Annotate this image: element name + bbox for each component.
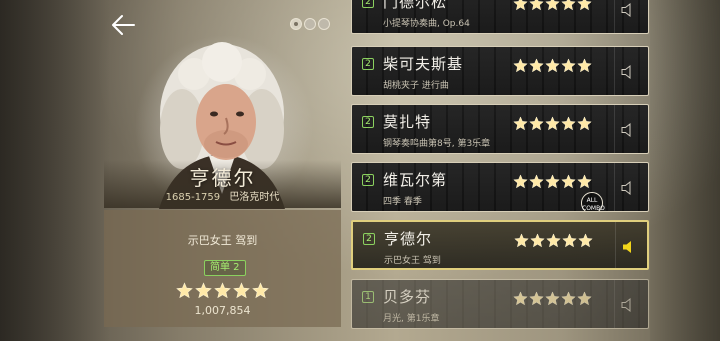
star-icon bbox=[560, 116, 576, 131]
divider bbox=[614, 163, 615, 211]
divider bbox=[615, 222, 616, 268]
divider bbox=[614, 280, 615, 328]
star-icon bbox=[512, 116, 528, 131]
song-stars bbox=[512, 113, 592, 132]
star-icon bbox=[528, 58, 544, 73]
all-combo-badge: ALL COMBO bbox=[581, 192, 605, 211]
star-icon bbox=[544, 58, 560, 73]
difficulty-badge: 简单 2 bbox=[204, 260, 246, 276]
song-info-card: 示巴女王 驾到 简单 2 1,007,854 bbox=[104, 210, 341, 327]
song-composer: 维瓦尔第 bbox=[383, 171, 448, 189]
song-composer: 亨德尔 bbox=[384, 230, 433, 248]
star-icon bbox=[252, 282, 269, 299]
song-title: 示巴女王 驾到 bbox=[384, 256, 441, 266]
speaker-icon[interactable] bbox=[620, 180, 636, 196]
divider bbox=[614, 0, 615, 33]
song-composer: 莫扎特 bbox=[383, 113, 432, 131]
song-list-item[interactable]: 2 门德尔松小提琴协奏曲, Op.64 bbox=[351, 0, 649, 34]
song-title: 四季 春季 bbox=[383, 197, 422, 207]
song-list-item[interactable]: 2 莫扎特钢琴奏鸣曲第8号, 第3乐章 bbox=[351, 104, 649, 154]
star-icon bbox=[528, 291, 544, 306]
divider bbox=[614, 105, 615, 153]
star-icon bbox=[512, 58, 528, 73]
star-icon bbox=[577, 233, 593, 248]
star-icon bbox=[528, 0, 544, 11]
page-dot-active[interactable] bbox=[290, 18, 302, 30]
star-icon bbox=[576, 116, 592, 131]
composer-years: 1685-1759 bbox=[165, 192, 221, 203]
star-icon bbox=[529, 233, 545, 248]
star-icon bbox=[576, 291, 592, 306]
speaker-icon[interactable] bbox=[620, 64, 636, 80]
song-stars bbox=[513, 230, 593, 249]
star-icon bbox=[545, 233, 561, 248]
song-stars bbox=[512, 0, 592, 12]
song-title: 小提琴协奏曲, Op.64 bbox=[383, 19, 470, 29]
star-icon bbox=[233, 282, 250, 299]
star-icon bbox=[560, 291, 576, 306]
song-title: 钢琴奏鸣曲第8号, 第3乐章 bbox=[383, 139, 491, 149]
page-dot[interactable] bbox=[318, 18, 330, 30]
star-icon bbox=[544, 116, 560, 131]
star-icon bbox=[176, 282, 193, 299]
star-icon bbox=[513, 233, 529, 248]
song-list-item[interactable]: 1 贝多芬月光, 第1乐章 bbox=[351, 279, 649, 329]
song-stars bbox=[512, 171, 592, 190]
star-icon bbox=[512, 174, 528, 189]
star-icon bbox=[528, 116, 544, 131]
star-icon bbox=[528, 174, 544, 189]
star-icon bbox=[560, 0, 576, 11]
song-level-badge: 2 bbox=[362, 0, 374, 8]
song-level-badge: 2 bbox=[362, 58, 374, 70]
song-stars bbox=[512, 288, 592, 307]
star-icon bbox=[560, 58, 576, 73]
song-level-badge: 1 bbox=[362, 291, 374, 303]
song-list-item[interactable]: 2 亨德尔示巴女王 驾到 bbox=[351, 220, 649, 270]
star-icon bbox=[560, 174, 576, 189]
composer-era: 巴洛克时代 bbox=[229, 192, 280, 203]
star-icon bbox=[512, 0, 528, 11]
song-stars bbox=[512, 55, 592, 74]
song-list[interactable]: 2 门德尔松小提琴协奏曲, Op.64 2 柴可夫斯基胡桃夹子 进行曲 2 莫扎特钢琴奏鸣… bbox=[351, 0, 649, 341]
star-icon bbox=[576, 58, 592, 73]
song-level-badge: 2 bbox=[363, 233, 375, 245]
speaker-icon[interactable] bbox=[620, 122, 636, 138]
speaker-icon[interactable] bbox=[621, 239, 637, 255]
star-icon bbox=[544, 291, 560, 306]
composer-name: 亨德尔 bbox=[189, 166, 256, 190]
page-indicator bbox=[290, 18, 330, 30]
speaker-icon[interactable] bbox=[620, 297, 636, 313]
song-level-badge: 2 bbox=[362, 116, 374, 128]
song-composer: 柴可夫斯基 bbox=[383, 55, 464, 73]
background-edge bbox=[650, 0, 720, 341]
star-icon bbox=[561, 233, 577, 248]
selected-song-stars bbox=[104, 280, 341, 299]
song-level-badge: 2 bbox=[362, 174, 374, 186]
star-icon bbox=[576, 174, 592, 189]
song-title: 胡桃夹子 进行曲 bbox=[383, 81, 449, 91]
star-icon bbox=[576, 0, 592, 11]
song-composer: 门德尔松 bbox=[383, 0, 448, 11]
song-title: 月光, 第1乐章 bbox=[383, 314, 440, 324]
star-icon bbox=[544, 0, 560, 11]
song-list-item[interactable]: 2 维瓦尔第四季 春季 ALL COMBO bbox=[351, 162, 649, 212]
song-list-item[interactable]: 2 柴可夫斯基胡桃夹子 进行曲 bbox=[351, 46, 649, 96]
selected-song-title: 示巴女王 驾到 bbox=[187, 234, 258, 247]
song-composer: 贝多芬 bbox=[383, 288, 432, 306]
divider bbox=[614, 47, 615, 95]
selected-song-score: 1,007,854 bbox=[194, 304, 251, 317]
star-icon bbox=[512, 291, 528, 306]
star-icon bbox=[195, 282, 212, 299]
composer-info: 1685-1759 巴洛克时代 bbox=[104, 188, 341, 203]
background-shade bbox=[0, 0, 110, 341]
star-icon bbox=[544, 174, 560, 189]
page-dot[interactable] bbox=[304, 18, 316, 30]
star-icon bbox=[214, 282, 231, 299]
speaker-icon[interactable] bbox=[620, 2, 636, 18]
